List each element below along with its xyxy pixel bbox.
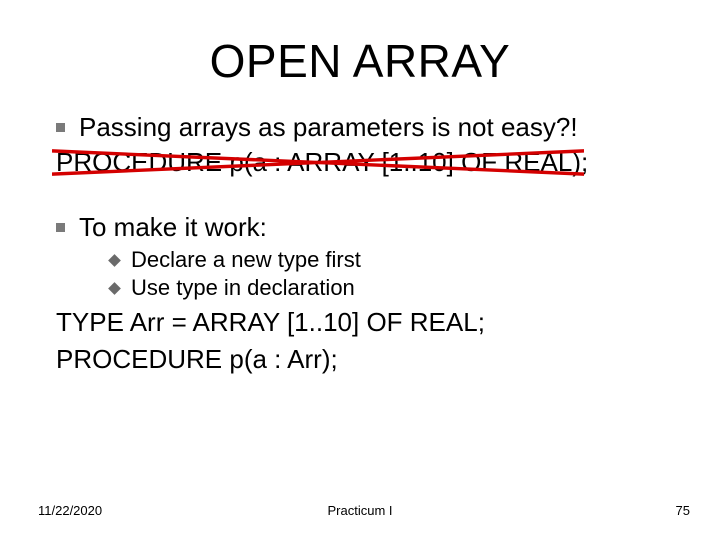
square-bullet-icon <box>56 223 65 232</box>
sub-bullet-text: Use type in declaration <box>131 275 355 301</box>
slide: OPEN ARRAY Passing arrays as parameters … <box>0 0 720 540</box>
slide-body: Passing arrays as parameters is not easy… <box>0 88 720 375</box>
bullet-text: Passing arrays as parameters is not easy… <box>79 112 578 143</box>
struck-code-line: PROCEDURE p(a : ARRAY [1..10] OF REAL); <box>56 147 682 178</box>
bullet-item-1: Passing arrays as parameters is not easy… <box>56 112 682 143</box>
slide-title: OPEN ARRAY <box>0 0 720 88</box>
code-text: PROCEDURE p(a : ARRAY [1..10] OF REAL); <box>56 147 588 177</box>
code-line-a: TYPE Arr = ARRAY [1..10] OF REAL; <box>56 307 682 338</box>
footer-title: Practicum I <box>0 503 720 518</box>
square-bullet-icon <box>56 123 65 132</box>
sub-bullet-1: Declare a new type first <box>110 247 682 273</box>
strike-wrap: PROCEDURE p(a : ARRAY [1..10] OF REAL); <box>56 147 588 178</box>
code-line-b: PROCEDURE p(a : Arr); <box>56 344 682 375</box>
slide-footer: 11/22/2020 Practicum I 75 <box>0 503 720 518</box>
sub-bullet-2: Use type in declaration <box>110 275 682 301</box>
bullet-text: To make it work: <box>79 212 267 243</box>
sub-bullet-text: Declare a new type first <box>131 247 361 273</box>
diamond-bullet-icon <box>108 282 121 295</box>
diamond-bullet-icon <box>108 254 121 267</box>
bullet-item-2: To make it work: <box>56 212 682 243</box>
